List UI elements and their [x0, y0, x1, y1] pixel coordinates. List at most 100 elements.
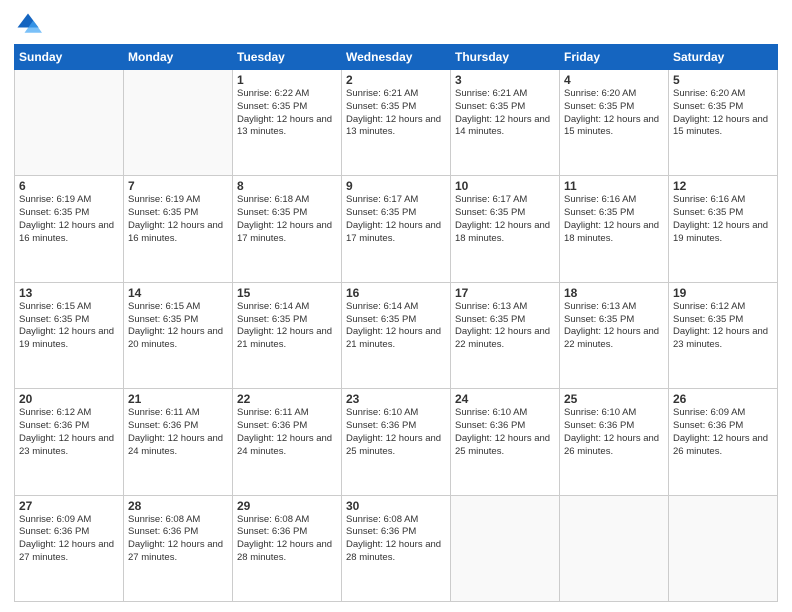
calendar-cell: 7Sunrise: 6:19 AM Sunset: 6:35 PM Daylig…	[124, 176, 233, 282]
day-info: Sunrise: 6:21 AM Sunset: 6:35 PM Dayligh…	[346, 88, 446, 139]
calendar-cell	[15, 70, 124, 176]
day-info: Sunrise: 6:15 AM Sunset: 6:35 PM Dayligh…	[128, 301, 228, 352]
weekday-header-saturday: Saturday	[669, 45, 778, 70]
calendar-cell	[669, 495, 778, 601]
day-number: 16	[346, 286, 446, 300]
day-info: Sunrise: 6:08 AM Sunset: 6:36 PM Dayligh…	[346, 514, 446, 565]
day-info: Sunrise: 6:11 AM Sunset: 6:36 PM Dayligh…	[237, 407, 337, 458]
week-row-3: 13Sunrise: 6:15 AM Sunset: 6:35 PM Dayli…	[15, 282, 778, 388]
day-number: 5	[673, 73, 773, 87]
day-info: Sunrise: 6:22 AM Sunset: 6:35 PM Dayligh…	[237, 88, 337, 139]
day-info: Sunrise: 6:16 AM Sunset: 6:35 PM Dayligh…	[673, 194, 773, 245]
calendar-cell: 9Sunrise: 6:17 AM Sunset: 6:35 PM Daylig…	[342, 176, 451, 282]
day-info: Sunrise: 6:12 AM Sunset: 6:35 PM Dayligh…	[673, 301, 773, 352]
calendar-cell: 17Sunrise: 6:13 AM Sunset: 6:35 PM Dayli…	[451, 282, 560, 388]
day-number: 7	[128, 179, 228, 193]
calendar-cell: 11Sunrise: 6:16 AM Sunset: 6:35 PM Dayli…	[560, 176, 669, 282]
header	[14, 10, 778, 38]
calendar-cell: 8Sunrise: 6:18 AM Sunset: 6:35 PM Daylig…	[233, 176, 342, 282]
calendar-cell	[560, 495, 669, 601]
calendar-cell: 5Sunrise: 6:20 AM Sunset: 6:35 PM Daylig…	[669, 70, 778, 176]
day-info: Sunrise: 6:11 AM Sunset: 6:36 PM Dayligh…	[128, 407, 228, 458]
calendar-cell: 6Sunrise: 6:19 AM Sunset: 6:35 PM Daylig…	[15, 176, 124, 282]
weekday-header-wednesday: Wednesday	[342, 45, 451, 70]
calendar-cell: 25Sunrise: 6:10 AM Sunset: 6:36 PM Dayli…	[560, 389, 669, 495]
day-number: 19	[673, 286, 773, 300]
day-info: Sunrise: 6:16 AM Sunset: 6:35 PM Dayligh…	[564, 194, 664, 245]
day-number: 30	[346, 499, 446, 513]
day-info: Sunrise: 6:08 AM Sunset: 6:36 PM Dayligh…	[237, 514, 337, 565]
calendar-cell: 20Sunrise: 6:12 AM Sunset: 6:36 PM Dayli…	[15, 389, 124, 495]
day-number: 27	[19, 499, 119, 513]
day-number: 23	[346, 392, 446, 406]
calendar-cell: 23Sunrise: 6:10 AM Sunset: 6:36 PM Dayli…	[342, 389, 451, 495]
calendar-cell: 27Sunrise: 6:09 AM Sunset: 6:36 PM Dayli…	[15, 495, 124, 601]
day-info: Sunrise: 6:13 AM Sunset: 6:35 PM Dayligh…	[455, 301, 555, 352]
calendar-cell: 24Sunrise: 6:10 AM Sunset: 6:36 PM Dayli…	[451, 389, 560, 495]
day-info: Sunrise: 6:12 AM Sunset: 6:36 PM Dayligh…	[19, 407, 119, 458]
calendar-cell: 28Sunrise: 6:08 AM Sunset: 6:36 PM Dayli…	[124, 495, 233, 601]
calendar-cell: 3Sunrise: 6:21 AM Sunset: 6:35 PM Daylig…	[451, 70, 560, 176]
calendar-cell: 16Sunrise: 6:14 AM Sunset: 6:35 PM Dayli…	[342, 282, 451, 388]
calendar-table: SundayMondayTuesdayWednesdayThursdayFrid…	[14, 44, 778, 602]
day-number: 22	[237, 392, 337, 406]
weekday-header-monday: Monday	[124, 45, 233, 70]
day-info: Sunrise: 6:18 AM Sunset: 6:35 PM Dayligh…	[237, 194, 337, 245]
weekday-header-row: SundayMondayTuesdayWednesdayThursdayFrid…	[15, 45, 778, 70]
calendar-cell: 30Sunrise: 6:08 AM Sunset: 6:36 PM Dayli…	[342, 495, 451, 601]
weekday-header-thursday: Thursday	[451, 45, 560, 70]
day-number: 26	[673, 392, 773, 406]
day-info: Sunrise: 6:19 AM Sunset: 6:35 PM Dayligh…	[128, 194, 228, 245]
day-info: Sunrise: 6:10 AM Sunset: 6:36 PM Dayligh…	[564, 407, 664, 458]
page: SundayMondayTuesdayWednesdayThursdayFrid…	[0, 0, 792, 612]
calendar-cell	[124, 70, 233, 176]
day-info: Sunrise: 6:09 AM Sunset: 6:36 PM Dayligh…	[673, 407, 773, 458]
weekday-header-sunday: Sunday	[15, 45, 124, 70]
day-number: 28	[128, 499, 228, 513]
day-info: Sunrise: 6:14 AM Sunset: 6:35 PM Dayligh…	[346, 301, 446, 352]
calendar-cell: 18Sunrise: 6:13 AM Sunset: 6:35 PM Dayli…	[560, 282, 669, 388]
calendar-cell: 21Sunrise: 6:11 AM Sunset: 6:36 PM Dayli…	[124, 389, 233, 495]
day-number: 13	[19, 286, 119, 300]
calendar-cell: 13Sunrise: 6:15 AM Sunset: 6:35 PM Dayli…	[15, 282, 124, 388]
day-info: Sunrise: 6:10 AM Sunset: 6:36 PM Dayligh…	[455, 407, 555, 458]
day-number: 29	[237, 499, 337, 513]
day-number: 18	[564, 286, 664, 300]
calendar-cell: 29Sunrise: 6:08 AM Sunset: 6:36 PM Dayli…	[233, 495, 342, 601]
day-info: Sunrise: 6:20 AM Sunset: 6:35 PM Dayligh…	[564, 88, 664, 139]
weekday-header-tuesday: Tuesday	[233, 45, 342, 70]
day-number: 1	[237, 73, 337, 87]
day-info: Sunrise: 6:09 AM Sunset: 6:36 PM Dayligh…	[19, 514, 119, 565]
day-number: 3	[455, 73, 555, 87]
day-info: Sunrise: 6:21 AM Sunset: 6:35 PM Dayligh…	[455, 88, 555, 139]
calendar-cell: 19Sunrise: 6:12 AM Sunset: 6:35 PM Dayli…	[669, 282, 778, 388]
calendar-cell: 26Sunrise: 6:09 AM Sunset: 6:36 PM Dayli…	[669, 389, 778, 495]
day-number: 8	[237, 179, 337, 193]
day-info: Sunrise: 6:14 AM Sunset: 6:35 PM Dayligh…	[237, 301, 337, 352]
day-info: Sunrise: 6:10 AM Sunset: 6:36 PM Dayligh…	[346, 407, 446, 458]
day-number: 6	[19, 179, 119, 193]
calendar-cell: 15Sunrise: 6:14 AM Sunset: 6:35 PM Dayli…	[233, 282, 342, 388]
day-number: 14	[128, 286, 228, 300]
day-number: 12	[673, 179, 773, 193]
day-number: 17	[455, 286, 555, 300]
week-row-4: 20Sunrise: 6:12 AM Sunset: 6:36 PM Dayli…	[15, 389, 778, 495]
day-number: 25	[564, 392, 664, 406]
calendar-cell	[451, 495, 560, 601]
calendar-cell: 10Sunrise: 6:17 AM Sunset: 6:35 PM Dayli…	[451, 176, 560, 282]
week-row-1: 1Sunrise: 6:22 AM Sunset: 6:35 PM Daylig…	[15, 70, 778, 176]
day-number: 20	[19, 392, 119, 406]
day-info: Sunrise: 6:17 AM Sunset: 6:35 PM Dayligh…	[346, 194, 446, 245]
day-info: Sunrise: 6:17 AM Sunset: 6:35 PM Dayligh…	[455, 194, 555, 245]
day-info: Sunrise: 6:19 AM Sunset: 6:35 PM Dayligh…	[19, 194, 119, 245]
day-info: Sunrise: 6:15 AM Sunset: 6:35 PM Dayligh…	[19, 301, 119, 352]
logo-icon	[14, 10, 42, 38]
calendar-cell: 2Sunrise: 6:21 AM Sunset: 6:35 PM Daylig…	[342, 70, 451, 176]
day-number: 11	[564, 179, 664, 193]
day-info: Sunrise: 6:20 AM Sunset: 6:35 PM Dayligh…	[673, 88, 773, 139]
week-row-2: 6Sunrise: 6:19 AM Sunset: 6:35 PM Daylig…	[15, 176, 778, 282]
calendar-cell: 1Sunrise: 6:22 AM Sunset: 6:35 PM Daylig…	[233, 70, 342, 176]
day-number: 9	[346, 179, 446, 193]
day-number: 2	[346, 73, 446, 87]
day-info: Sunrise: 6:08 AM Sunset: 6:36 PM Dayligh…	[128, 514, 228, 565]
